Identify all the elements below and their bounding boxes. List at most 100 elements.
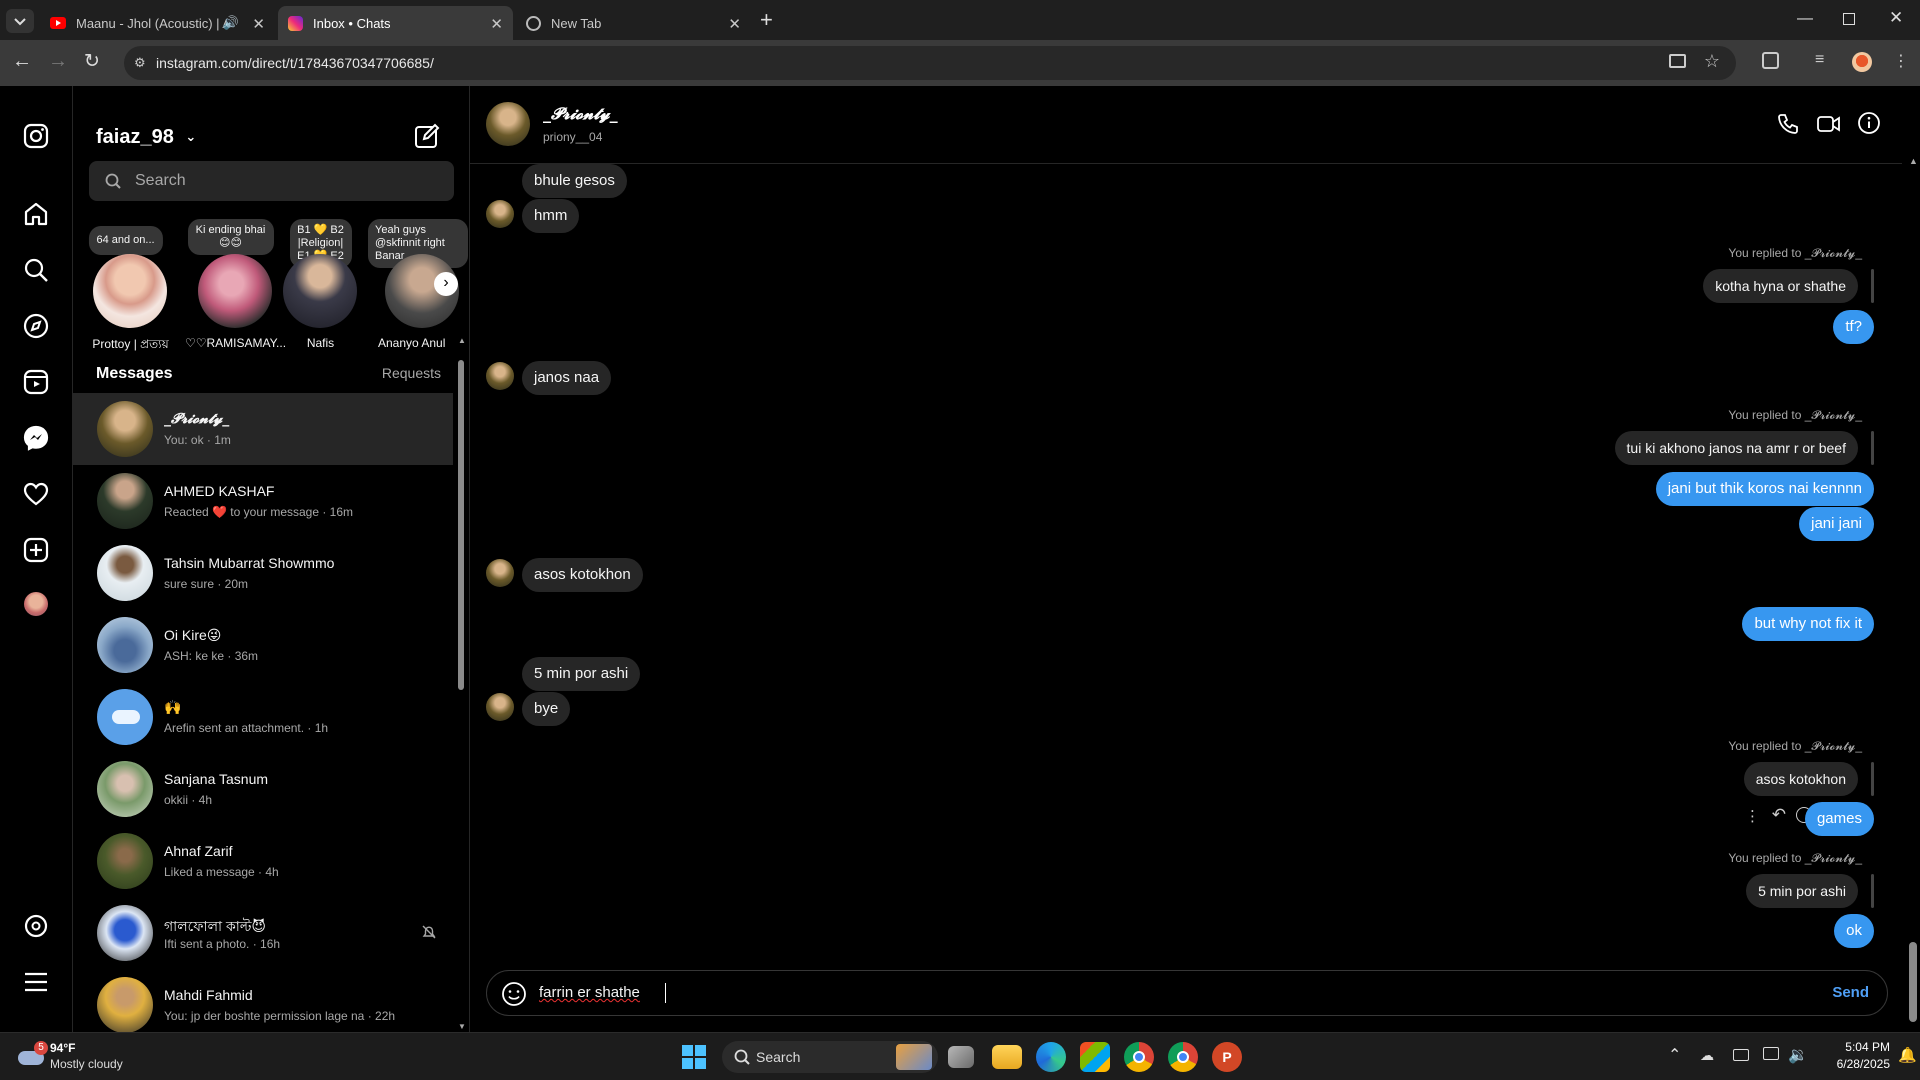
microsoft-store-icon[interactable] — [1080, 1042, 1110, 1072]
tab-search-dropdown-icon[interactable] — [6, 9, 34, 33]
close-tab-icon[interactable]: ✕ — [490, 15, 503, 33]
weather-widget[interactable]: 5 94°F Mostly cloudy — [14, 1039, 154, 1075]
message-composer[interactable]: farrin er shathe Send — [486, 970, 1888, 1016]
quoted-message[interactable]: kotha hyna or shathe — [1703, 269, 1858, 303]
chevron-down-icon: ⌄ — [185, 129, 197, 144]
reload-icon[interactable]: ↻ — [84, 50, 100, 73]
restore-icon[interactable] — [1843, 13, 1855, 25]
conversation-info-icon[interactable] — [1857, 111, 1881, 135]
audio-call-icon[interactable] — [1776, 112, 1800, 136]
home-icon[interactable] — [22, 200, 50, 228]
task-view-icon[interactable] — [948, 1046, 974, 1068]
edge-icon[interactable] — [1036, 1042, 1066, 1072]
conversation-item[interactable]: 🙌 Arefin sent an attachment. · 1h — [73, 681, 453, 753]
conversation-item[interactable]: AHMED KASHAF Reacted ❤️ to your message … — [73, 465, 453, 537]
powerpoint-icon[interactable]: P — [1212, 1042, 1242, 1072]
quoted-message[interactable]: tui ki akhono janos na amr r or beef — [1614, 431, 1858, 465]
back-icon[interactable]: ← — [12, 50, 32, 73]
start-button-windows-icon[interactable] — [682, 1045, 706, 1069]
file-explorer-icon[interactable] — [992, 1045, 1022, 1069]
notification-bell-icon[interactable]: 🔔 — [1898, 1046, 1917, 1064]
reply-arrow-icon[interactable]: ↶ — [1772, 805, 1786, 825]
show-hidden-icons-chevron[interactable]: ⌃ — [1668, 1045, 1681, 1065]
tab-instagram[interactable]: Inbox • Chats ✕ — [278, 6, 513, 40]
note-item[interactable]: 64 and on... Prottoy | প্রত্যয় — [73, 216, 178, 351]
send-button[interactable]: Send — [1832, 984, 1869, 1001]
message-incoming[interactable]: 5 min por ashi — [522, 657, 641, 691]
browser-menu-icon[interactable]: ⋮ — [1893, 51, 1909, 71]
clock[interactable]: 5:04 PM 6/28/2025 — [1830, 1040, 1890, 1071]
chrome-active-icon[interactable] — [1168, 1042, 1198, 1072]
message-more-options-icon[interactable]: ⋮ — [1745, 807, 1760, 825]
extensions-icon[interactable] — [1762, 52, 1779, 69]
message-incoming[interactable]: janos naa — [522, 361, 612, 395]
display-icon[interactable] — [1733, 1049, 1749, 1061]
notifications-heart-icon[interactable] — [22, 480, 50, 508]
message-outgoing[interactable]: games — [1804, 802, 1874, 836]
profile-avatar[interactable] — [1852, 52, 1872, 72]
message-input[interactable]: farrin er shathe — [539, 984, 640, 1001]
inbox-scrollbar[interactable]: ▲ ▼ — [457, 336, 466, 1031]
create-icon[interactable] — [22, 536, 50, 564]
account-switcher[interactable]: faiaz_98 ⌄ — [96, 126, 196, 149]
tab-youtube[interactable]: Maanu - Jhol (Acoustic) | Ar 🔊 ✕ — [40, 6, 275, 40]
messenger-icon[interactable] — [22, 424, 50, 452]
explore-icon[interactable] — [22, 312, 50, 340]
requests-link[interactable]: Requests — [382, 365, 441, 381]
instagram-logo-icon[interactable] — [22, 122, 50, 150]
emoji-picker-icon[interactable] — [501, 981, 527, 1007]
forward-icon[interactable]: → — [48, 50, 68, 73]
message-outgoing[interactable]: ok — [1834, 914, 1874, 948]
address-bar[interactable]: ⚙ instagram.com/direct/t/178436703477066… — [124, 46, 1736, 80]
conversation-preview: Reacted ❤️ to your message · 16m — [164, 505, 354, 519]
new-tab-button[interactable]: + — [760, 7, 773, 33]
note-item[interactable]: B1 💛 B2 |Religion| E1 💛 E2 Nafis — [283, 216, 358, 350]
chat-scrollbar[interactable]: ▲ — [1906, 156, 1920, 1032]
chat-title[interactable]: _𝓟𝓻𝓲𝓸𝓷𝓽𝔂_ — [543, 104, 618, 124]
compose-message-icon[interactable] — [413, 122, 441, 150]
threads-icon[interactable] — [22, 912, 50, 940]
message-incoming[interactable]: bhule gesos — [522, 164, 627, 198]
conversation-item[interactable]: গালফোলা কাল্ট😈 Ifti sent a photo. · 16h — [73, 897, 453, 969]
install-app-icon[interactable] — [1669, 54, 1686, 68]
url-text[interactable]: instagram.com/direct/t/17843670347706685… — [156, 55, 434, 71]
conversation-item[interactable]: Tahsin Mubarrat Showmmo sure sure · 20m — [73, 537, 453, 609]
quoted-message[interactable]: asos kotokhon — [1743, 762, 1858, 796]
taskbar-search[interactable]: Search — [722, 1041, 938, 1073]
conversation-item[interactable]: Mahdi Fahmid You: jp der boshte permissi… — [73, 969, 453, 1032]
conversation-item[interactable]: Oi Kire😜 ASH: ke ke · 36m — [73, 609, 453, 681]
media-controls-icon[interactable]: ≡ — [1815, 51, 1824, 69]
chrome-icon[interactable] — [1124, 1042, 1154, 1072]
reels-icon[interactable] — [22, 368, 50, 396]
search-input[interactable]: Search — [89, 161, 454, 201]
conversation-item[interactable]: Sanjana Tasnum okkii · 4h — [73, 753, 453, 825]
conversation-item[interactable]: Ahnaf Zarif Liked a message · 4h — [73, 825, 453, 897]
network-icon[interactable] — [1763, 1047, 1779, 1060]
chat-avatar[interactable] — [486, 102, 530, 146]
message-outgoing[interactable]: but why not fix it — [1742, 607, 1874, 641]
more-menu-icon[interactable] — [22, 968, 50, 996]
message-incoming[interactable]: asos kotokhon — [522, 558, 643, 592]
message-outgoing[interactable]: tf? — [1833, 310, 1874, 344]
onedrive-icon[interactable]: ☁ — [1700, 1047, 1714, 1064]
close-window-icon[interactable]: ✕ — [1889, 8, 1903, 28]
message-outgoing[interactable]: jani jani — [1799, 507, 1874, 541]
volume-icon[interactable]: 🔉 — [1788, 1045, 1808, 1065]
note-item[interactable]: Ki ending bhai 😊😊 ♡♡RAMISAMAY... — [178, 216, 286, 350]
video-call-icon[interactable] — [1816, 112, 1842, 136]
bookmark-star-icon[interactable]: ☆ — [1704, 51, 1720, 72]
profile-avatar[interactable] — [24, 592, 48, 616]
minimize-icon[interactable]: — — [1797, 10, 1813, 28]
search-icon[interactable] — [22, 256, 50, 284]
message-incoming[interactable]: bye — [522, 692, 571, 726]
quoted-message[interactable]: 5 min por ashi — [1746, 874, 1858, 908]
message-outgoing[interactable]: jani but thik koros nai kennnn — [1655, 472, 1874, 506]
tab-new-tab[interactable]: New Tab ✕ — [516, 6, 751, 40]
site-info-icon[interactable]: ⚙ — [134, 55, 146, 71]
message-incoming[interactable]: hmm — [522, 199, 580, 233]
speaker-icon[interactable]: 🔊 — [223, 15, 239, 31]
conversation-item[interactable]: _𝓟𝓻𝓲𝓸𝓷𝓽𝔂_ You: ok · 1m — [73, 393, 453, 465]
notes-next-arrow-icon[interactable]: › — [434, 272, 458, 296]
close-tab-icon[interactable]: ✕ — [252, 15, 265, 33]
close-tab-icon[interactable]: ✕ — [728, 15, 741, 33]
